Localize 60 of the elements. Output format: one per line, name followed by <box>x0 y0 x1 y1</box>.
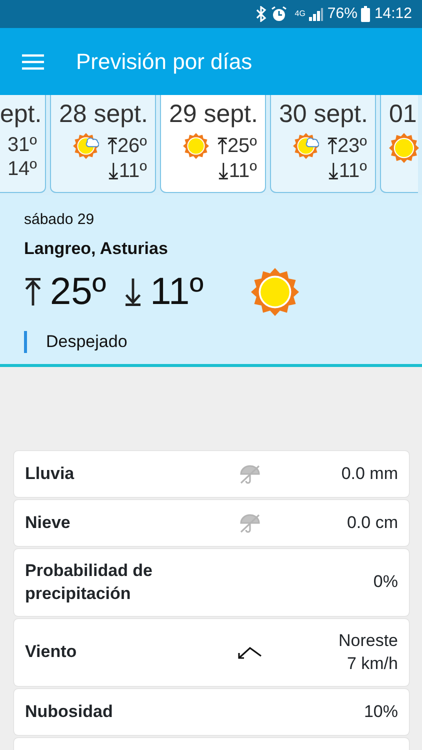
row-label: Viento <box>25 641 78 664</box>
location-label: Langreo, Asturias <box>24 238 169 260</box>
min-temp-icon <box>108 162 119 180</box>
row-value: 0.0 cm <box>346 512 398 534</box>
wind-direction-icon <box>238 646 262 658</box>
day-card[interactable]: 01 <box>380 95 418 193</box>
sun-cloud-icon <box>72 133 99 159</box>
row-value: 7 km/h <box>346 652 398 674</box>
max-temp: 25º <box>227 134 257 158</box>
max-temp: 25º <box>50 270 106 314</box>
clock: 14:12 <box>374 4 412 24</box>
battery-icon <box>361 6 370 22</box>
row-value: Noreste <box>337 630 398 652</box>
day-label: sábado 29 <box>24 210 96 230</box>
sun-cloud-icon <box>292 133 319 159</box>
menu-button[interactable] <box>22 54 44 70</box>
row-value: 0% <box>372 571 398 594</box>
day-card[interactable]: 30 sept. 23º 11º <box>270 95 376 193</box>
row-label: Lluvia <box>25 462 76 485</box>
day-date: 01 <box>389 100 417 128</box>
umbrella-off-icon <box>238 512 262 534</box>
sun-icon <box>389 133 419 163</box>
signal-icon <box>309 7 324 21</box>
sun-icon <box>251 268 300 316</box>
row-value: 10% <box>362 700 398 723</box>
max-temp: 31º <box>7 133 37 157</box>
day-card[interactable]: ept. 31º 14º <box>0 95 46 193</box>
max-temp-icon <box>106 137 118 155</box>
row-label: Nubosidad <box>25 700 114 723</box>
min-temp-icon <box>328 162 339 180</box>
day-date: ept. <box>0 100 42 128</box>
sky-condition: Despejado <box>24 331 422 353</box>
day-date: 30 sept. <box>279 100 368 128</box>
umbrella-off-icon <box>238 463 262 485</box>
max-temp-icon <box>216 137 228 155</box>
screen-title: Previsión por días <box>76 48 252 76</box>
battery-percent: 76% <box>327 4 358 24</box>
min-temp: 14º <box>7 157 37 181</box>
row-label: Nieve <box>25 512 72 534</box>
max-temp-icon <box>24 277 42 307</box>
min-temp: 11º <box>150 270 204 314</box>
bluetooth-icon <box>254 6 267 22</box>
min-temp-icon <box>218 162 229 180</box>
network-label: 4G <box>294 8 306 20</box>
day-date: 28 sept. <box>59 100 148 128</box>
day-card[interactable]: 29 sept. 25º 11º <box>160 95 266 193</box>
max-temp: 26º <box>117 134 147 158</box>
min-temp: 11º <box>338 159 367 183</box>
min-temp: 11º <box>118 159 147 183</box>
sun-icon <box>182 133 209 159</box>
day-card[interactable]: 28 sept. 26º 11º <box>50 95 156 193</box>
min-temp-icon <box>124 277 142 307</box>
min-temp: 11º <box>228 159 257 183</box>
row-value: 0.0 mm <box>340 462 398 485</box>
max-temp-icon <box>326 137 338 155</box>
max-temp: 23º <box>337 134 367 158</box>
row-label: Probabilidad de precipitación <box>25 560 154 604</box>
day-date: 29 sept. <box>169 100 258 128</box>
alarm-icon <box>270 6 287 22</box>
menu-icon <box>22 54 44 70</box>
